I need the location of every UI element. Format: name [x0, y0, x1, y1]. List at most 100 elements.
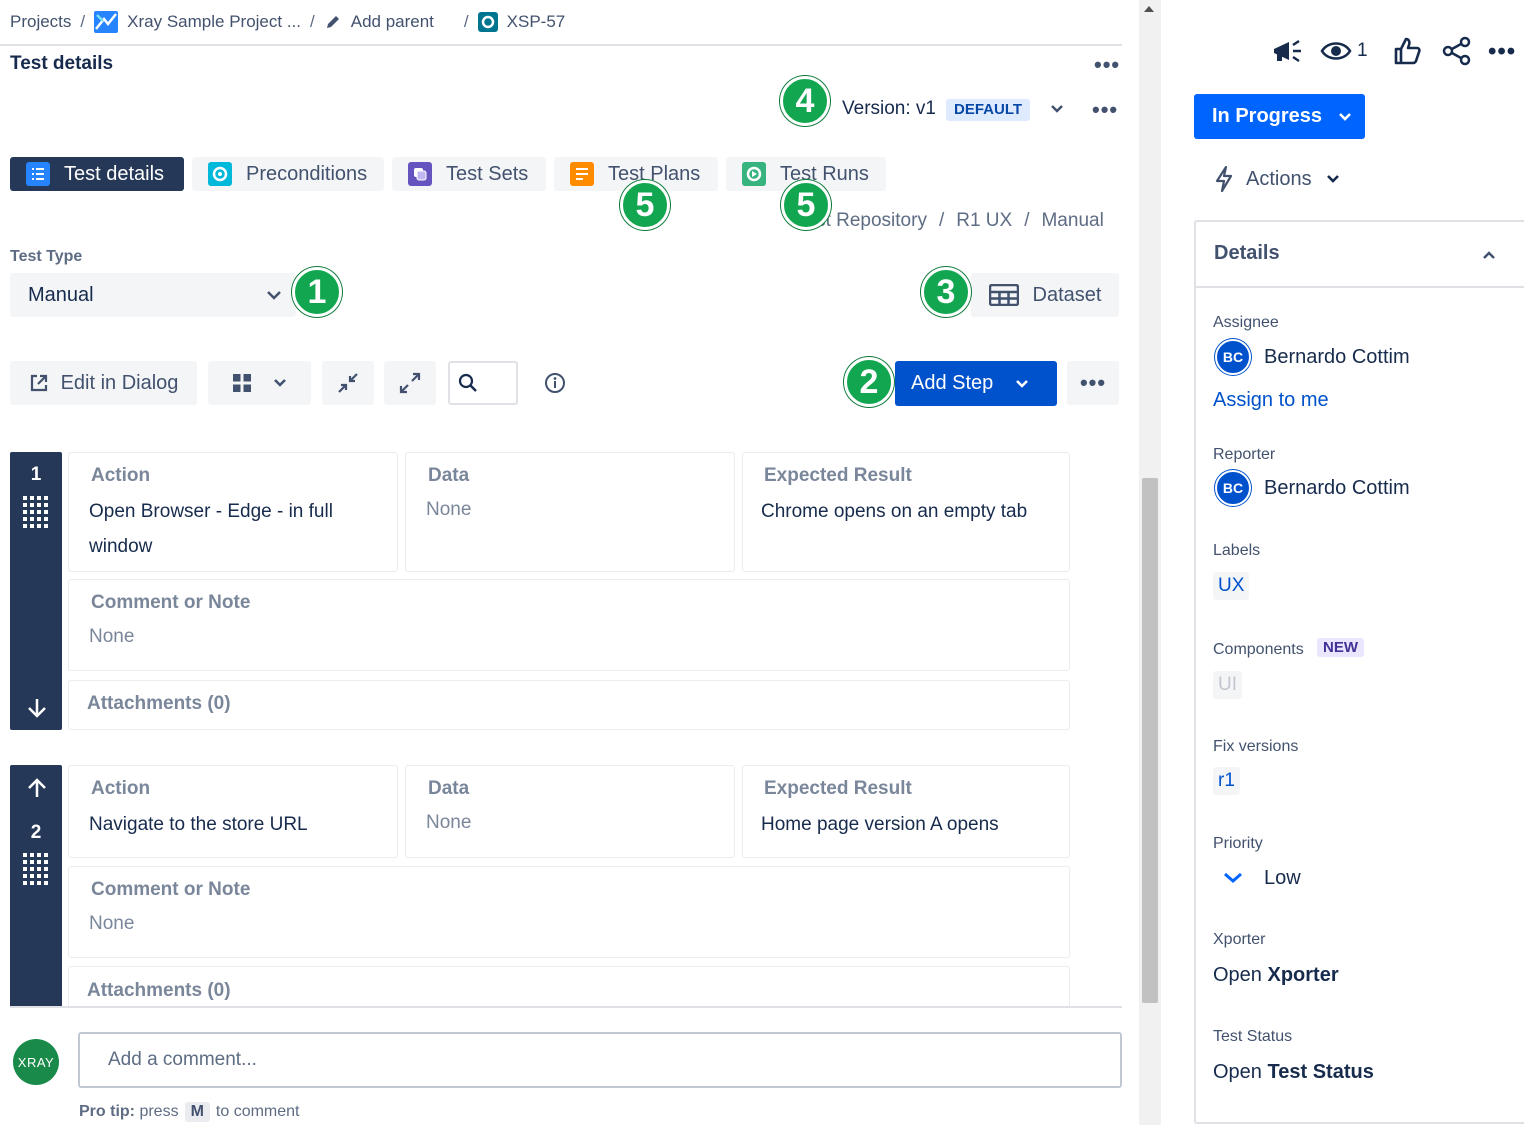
step-comment-cell[interactable]: Comment or Note None — [68, 579, 1070, 671]
callout-5: 5 — [620, 180, 670, 230]
repository-path: Test Repository / R1 UX / Manual — [796, 210, 1104, 232]
tab-test-details[interactable]: Test details — [10, 157, 184, 191]
open-text: Open — [1213, 964, 1262, 986]
scrollbar-thumb[interactable] — [1142, 478, 1158, 1003]
shortcut-key: M — [184, 1102, 210, 1122]
expand-all-button[interactable] — [384, 361, 436, 405]
layout-toggle-button[interactable] — [208, 361, 311, 405]
chevron-down-icon — [273, 376, 287, 390]
edit-in-dialog-button[interactable]: Edit in Dialog — [10, 361, 197, 405]
component-chip[interactable]: UI — [1213, 671, 1242, 699]
label-chip[interactable]: UX — [1213, 572, 1250, 600]
version-more-button[interactable]: ••• — [1092, 99, 1118, 121]
default-badge: DEFAULT — [946, 99, 1031, 121]
data-label: Data — [428, 465, 470, 486]
comment-input[interactable] — [78, 1032, 1122, 1088]
priority-value[interactable]: Low — [1264, 867, 1301, 890]
step-data-cell[interactable]: Data None — [405, 765, 735, 858]
breadcrumb-separator: / — [310, 12, 315, 31]
reporter-label: Reporter — [1213, 446, 1276, 463]
test-status-label: Test Status — [1213, 1028, 1293, 1045]
attachments-label: Attachments (0) — [87, 693, 231, 714]
repository-path-folder[interactable]: Manual — [1041, 210, 1103, 231]
tab-test-sets[interactable]: Test Sets — [392, 157, 546, 191]
megaphone-icon[interactable] — [1271, 36, 1303, 66]
tab-preconditions[interactable]: Preconditions — [192, 157, 384, 191]
edit-in-dialog-label: Edit in Dialog — [60, 371, 179, 394]
breadcrumb-separator: / — [80, 12, 86, 31]
watch-count: 1 — [1357, 40, 1368, 61]
breadcrumb-project[interactable]: Xray Sample Project ... — [127, 12, 301, 32]
issue-more-button[interactable]: ••• — [1488, 40, 1516, 64]
step-data-cell[interactable]: Data None — [405, 452, 735, 572]
step-2-rail[interactable] — [10, 765, 62, 1010]
actions-button[interactable]: Actions — [1214, 166, 1340, 192]
drag-handle-icon[interactable] — [23, 853, 49, 885]
header-more-button[interactable]: ••• — [1094, 54, 1120, 76]
drag-handle-icon[interactable] — [23, 496, 49, 528]
data-label: Data — [428, 778, 470, 799]
step-action-cell[interactable]: Action Navigate to the store URL — [68, 765, 398, 858]
dataset-button[interactable]: Dataset — [971, 273, 1119, 317]
info-icon[interactable] — [544, 372, 566, 394]
step-expected-cell[interactable]: Expected Result Home page version A open… — [742, 765, 1070, 858]
assignee-name[interactable]: Bernardo Cottim — [1264, 346, 1410, 369]
breadcrumb-issue-key[interactable]: XSP-57 — [507, 12, 566, 32]
breadcrumb-add-parent[interactable]: Add parent — [351, 12, 434, 32]
step-action-cell[interactable]: Action Open Browser - Edge - in full win… — [68, 452, 398, 572]
test-type-select[interactable]: Manual — [10, 273, 296, 317]
add-step-button[interactable]: Add Step — [895, 361, 1057, 406]
step-1-rail[interactable] — [10, 452, 62, 730]
new-badge: NEW — [1317, 638, 1364, 657]
step-expected-cell[interactable]: Expected Result Chrome opens on an empty… — [742, 452, 1070, 572]
tab-label: Preconditions — [246, 162, 368, 185]
callout-5: 5 — [781, 180, 831, 230]
scroll-up-arrow-icon[interactable] — [1144, 6, 1154, 12]
data-value: None — [426, 812, 472, 833]
search-input[interactable] — [448, 361, 518, 405]
move-down-arrow-icon[interactable] — [26, 697, 48, 719]
share-icon[interactable] — [1442, 36, 1472, 66]
tab-label: Test details — [64, 162, 165, 185]
data-value: None — [426, 499, 472, 520]
reporter-name[interactable]: Bernardo Cottim — [1264, 477, 1410, 500]
chevron-up-icon[interactable] — [1482, 248, 1496, 262]
collapse-all-button[interactable] — [322, 361, 374, 405]
move-up-arrow-icon[interactable] — [26, 777, 48, 799]
open-xporter-link[interactable]: Open Xporter — [1213, 964, 1339, 987]
chevron-down-icon — [1326, 172, 1340, 186]
step-comment-cell[interactable]: Comment or Note None — [68, 866, 1070, 958]
status-button[interactable]: In Progress — [1194, 94, 1365, 139]
assignee-label: Assignee — [1213, 314, 1279, 331]
pro-tip: Pro tip: press Mto comment — [79, 1102, 300, 1122]
open-test-status-link[interactable]: Open Test Status — [1213, 1061, 1374, 1084]
thumbs-up-icon[interactable] — [1393, 36, 1421, 66]
version-label: Version: v1 — [842, 98, 936, 119]
comment-label: Comment or Note — [91, 879, 251, 900]
action-label: Action — [91, 778, 151, 799]
pro-tip-end: to comment — [215, 1103, 300, 1120]
callout-3: 3 — [921, 267, 971, 317]
expected-label: Expected Result — [764, 778, 912, 799]
section-title: Test details — [10, 53, 114, 74]
eye-icon[interactable] — [1320, 38, 1352, 64]
chevron-down-icon — [266, 287, 282, 303]
callout-1: 1 — [292, 267, 342, 317]
step-attachments-cell[interactable]: Attachments (0) — [68, 680, 1070, 730]
comment-value: None — [89, 913, 135, 934]
steps-more-button[interactable]: ••• — [1067, 361, 1119, 405]
fix-versions-label: Fix versions — [1213, 738, 1299, 755]
header-divider — [0, 44, 1122, 46]
more-dots: ••• — [1079, 370, 1107, 395]
assign-to-me-link[interactable]: Assign to me — [1213, 389, 1329, 412]
repository-path-folder[interactable]: R1 UX — [956, 210, 1012, 231]
version-chevron-down-icon[interactable] — [1050, 102, 1064, 116]
actions-label: Actions — [1246, 167, 1312, 190]
comment-label: Comment or Note — [91, 592, 251, 613]
breadcrumb-projects[interactable]: Projects — [10, 12, 71, 32]
test-plan-icon — [570, 162, 594, 186]
step-attachments-cell[interactable]: Attachments (0) — [68, 966, 1070, 1010]
comment-value: None — [89, 626, 135, 647]
fix-version-chip[interactable]: r1 — [1213, 767, 1240, 795]
breadcrumb: Projects / Xray Sample Project ... / Add… — [10, 8, 565, 36]
